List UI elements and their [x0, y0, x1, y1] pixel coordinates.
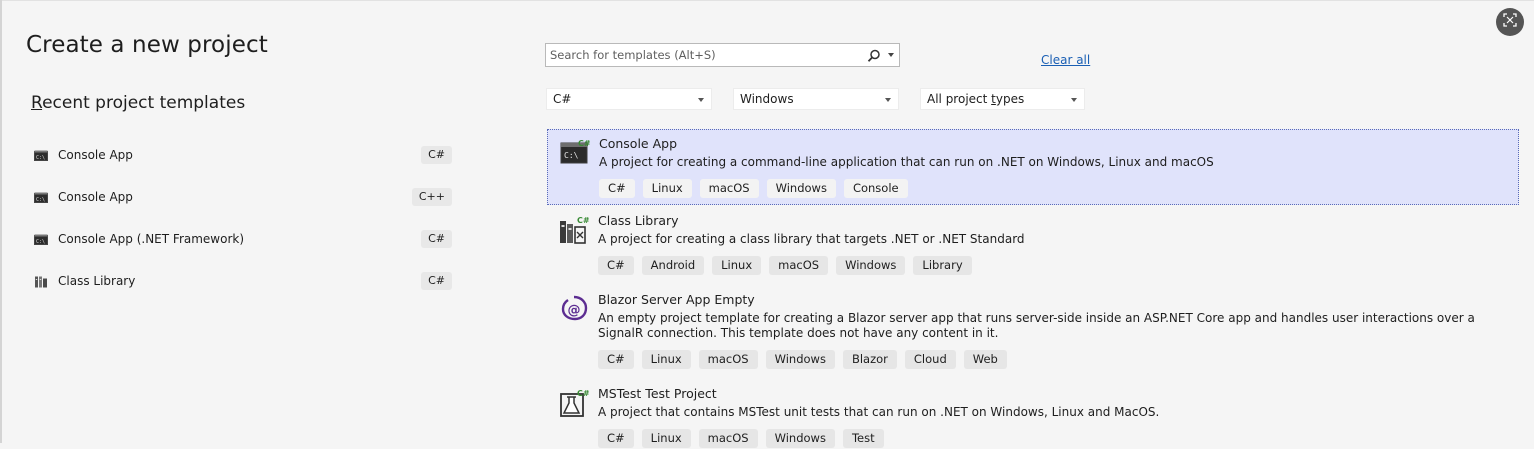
- restore-window-button[interactable]: [1496, 8, 1524, 36]
- tag: Cloud: [904, 350, 956, 369]
- template-tags: C# Linux macOS Windows Blazor Cloud Web: [598, 350, 1509, 370]
- svg-text:C#: C#: [577, 216, 589, 225]
- template-description: An empty project template for creating a…: [598, 311, 1475, 340]
- template-name: MSTest Test Project: [598, 386, 717, 401]
- recent-templates-heading: Recent project templates: [31, 93, 245, 113]
- template-tags: C# Linux macOS Windows Console: [599, 179, 1508, 199]
- tag: Linux: [712, 256, 762, 275]
- template-item-mstest-test-project[interactable]: C# MSTest Test Project A project that co…: [547, 378, 1519, 448]
- tag: Linux: [641, 350, 691, 369]
- recent-item-console-app-netframework[interactable]: C:\ Console App (.NET Framework) C#: [34, 218, 452, 260]
- search-icon[interactable]: [867, 48, 881, 62]
- tag: Windows: [765, 350, 835, 369]
- recent-item-label: Console App (.NET Framework): [58, 232, 245, 246]
- tag: C#: [599, 179, 635, 198]
- tag: Windows: [765, 429, 835, 448]
- svg-text:C#: C#: [577, 389, 589, 398]
- template-description: A project for creating a class library t…: [598, 232, 1025, 246]
- tag: Linux: [641, 429, 691, 448]
- console-app-icon: C:\ C#: [560, 138, 590, 168]
- language-filter-dropdown[interactable]: C#: [546, 88, 712, 110]
- tag: Linux: [642, 179, 692, 198]
- recent-item-console-app-csharp[interactable]: C:\ Console App C#: [34, 134, 452, 176]
- template-item-blazor-server-app-empty[interactable]: @ Blazor Server App Empty An empty proje…: [547, 284, 1519, 378]
- svg-text:C#: C#: [578, 139, 590, 148]
- project-type-text-a: All project: [927, 92, 992, 106]
- template-tags: C# Android Linux macOS Windows Library: [598, 256, 1509, 276]
- svg-text:C:\: C:\: [564, 151, 579, 160]
- class-library-icon: C#: [559, 215, 589, 245]
- tag: macOS: [699, 179, 759, 198]
- language-badge: C++: [411, 188, 452, 206]
- svg-text:C:\: C:\: [36, 239, 45, 245]
- console-app-icon: C:\: [34, 192, 48, 203]
- window-top-border: [0, 0, 1534, 1]
- tag: C#: [598, 256, 634, 275]
- tag: Test: [842, 429, 884, 448]
- recent-item-class-library[interactable]: Class Library C#: [34, 260, 452, 302]
- tag: Library: [913, 256, 972, 275]
- template-name: Console App: [599, 136, 678, 151]
- tag: C#: [598, 429, 634, 448]
- tag: Android: [641, 256, 705, 275]
- language-filter-value: C#: [553, 92, 572, 106]
- language-badge: C#: [421, 272, 452, 290]
- svg-text:C:\: C:\: [36, 197, 45, 203]
- language-badge: C#: [421, 146, 452, 164]
- template-list: C:\ C# Console App A project for creating…: [547, 129, 1519, 448]
- recent-templates-heading-rest: ecent project templates: [42, 93, 246, 113]
- page-title: Create a new project: [26, 32, 268, 58]
- template-name: Class Library: [598, 213, 679, 228]
- blazor-icon: @: [559, 294, 589, 324]
- platform-filter-value: Windows: [740, 92, 794, 106]
- template-tags: C# Linux macOS Windows Test: [598, 429, 1509, 449]
- template-item-class-library[interactable]: C# Class Library A project for creating …: [547, 205, 1519, 284]
- tag: Console: [843, 179, 908, 198]
- chevron-down-icon: [1071, 98, 1077, 102]
- tag: macOS: [698, 429, 758, 448]
- template-name: Blazor Server App Empty: [598, 292, 755, 307]
- search-options-chevron-down-icon[interactable]: [888, 53, 894, 57]
- project-type-filter-dropdown[interactable]: All project types: [920, 88, 1085, 110]
- recent-item-label: Console App: [58, 148, 133, 162]
- tag: macOS: [769, 256, 829, 275]
- template-search-input[interactable]: [550, 46, 860, 64]
- recent-templates-heading-accesskey: R: [31, 93, 43, 113]
- tag: C#: [598, 350, 634, 369]
- chevron-down-icon: [698, 98, 704, 102]
- tag: Windows: [766, 179, 836, 198]
- template-description: A project for creating a command-line ap…: [599, 155, 1214, 169]
- window-left-border: [0, 0, 2, 443]
- recent-templates-list: C:\ Console App C# C:\ Console App C++ C…: [34, 134, 452, 302]
- chevron-down-icon: [885, 98, 891, 102]
- tag: Blazor: [842, 350, 897, 369]
- tag: Web: [963, 350, 1007, 369]
- class-library-icon: [34, 276, 48, 287]
- recent-item-label: Console App: [58, 190, 133, 204]
- tag: macOS: [698, 350, 758, 369]
- template-search-box[interactable]: [545, 43, 900, 67]
- template-item-console-app[interactable]: C:\ C# Console App A project for creating…: [547, 129, 1519, 205]
- restore-window-icon: [1502, 12, 1518, 32]
- tag: Windows: [836, 256, 906, 275]
- project-type-filter-value: All project types: [927, 92, 1024, 106]
- language-badge: C#: [421, 230, 452, 248]
- clear-all-link[interactable]: Clear all: [1041, 53, 1090, 67]
- test-project-icon: C#: [559, 388, 589, 418]
- recent-item-console-app-cpp[interactable]: C:\ Console App C++: [34, 176, 452, 218]
- platform-filter-dropdown[interactable]: Windows: [733, 88, 899, 110]
- svg-text:@: @: [568, 303, 581, 318]
- console-app-icon: C:\: [34, 150, 48, 161]
- project-type-text-b: ypes: [995, 92, 1025, 106]
- console-app-icon: C:\: [34, 234, 48, 245]
- svg-text:C:\: C:\: [36, 155, 45, 161]
- template-description: A project that contains MSTest unit test…: [598, 405, 1160, 419]
- recent-item-label: Class Library: [58, 274, 136, 288]
